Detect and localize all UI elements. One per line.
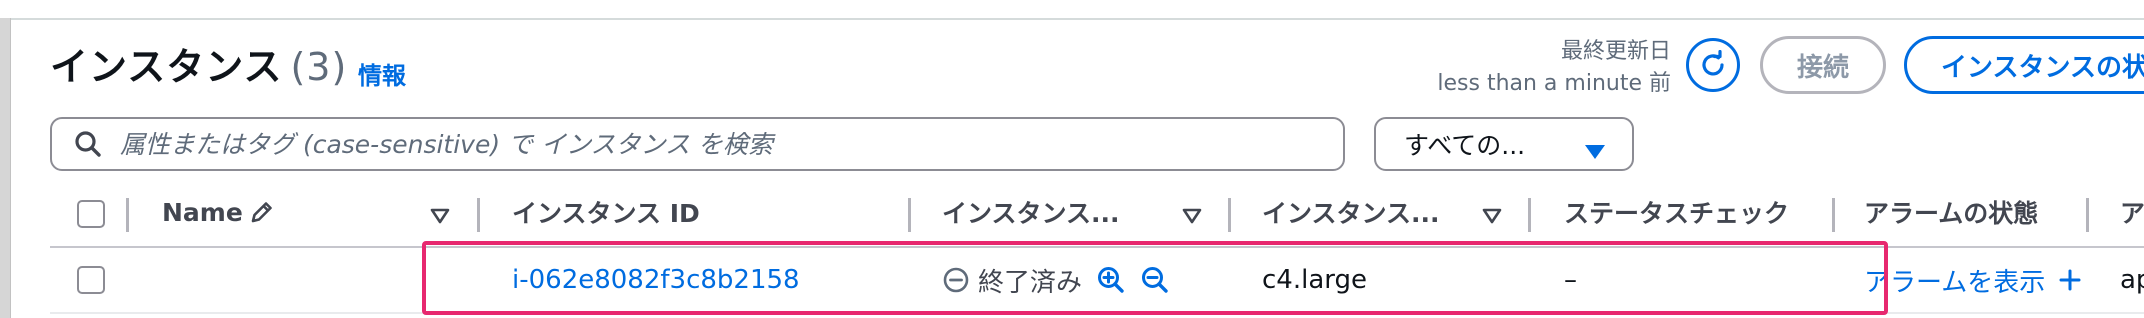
plus-icon[interactable] [2059,269,2081,291]
info-link[interactable]: 情報 [358,56,406,91]
instance-state-button[interactable]: インスタンスの状 [1904,36,2144,94]
zoom-out-icon[interactable] [1140,265,1170,295]
column-header-instance-id[interactable]: インスタンス ID [512,184,700,240]
column-label: Name [162,197,243,227]
table-header: Name インスタンス ID インスタンス... インスタンス... ステータス… [50,190,2144,248]
instance-count: (3) [290,45,348,89]
instances-table: Name インスタンス ID インスタンス... インスタンス... ステータス… [50,190,2144,314]
pencil-icon [249,199,275,225]
column-divider[interactable] [1228,198,1231,232]
column-divider[interactable] [1832,198,1835,232]
column-label: インスタンス ID [512,199,700,228]
last-updated-value: less than a minute 前 [1437,71,1671,96]
table-row[interactable]: i-062e8082f3c8b2158 終了済み c4.large – アラーム… [50,248,2144,314]
search-input[interactable] [118,128,1343,160]
column-header-availability-zone[interactable]: ア [2120,184,2144,240]
sort-caret-icon[interactable] [430,208,450,224]
row-checkbox[interactable] [77,266,105,294]
connect-button[interactable]: 接続 [1760,36,1886,94]
column-divider[interactable] [477,198,480,232]
column-header-instance-type[interactable]: インスタンス... [1262,184,1492,240]
sort-caret-icon[interactable] [1482,208,1502,224]
zoom-in-icon[interactable] [1096,265,1126,295]
cell-status-check: – [1564,265,1577,295]
last-updated-label: 最終更新日 [1560,39,1671,64]
cell-instance-state: 終了済み [942,248,1170,312]
caret-down-icon [1584,137,1606,166]
view-alarms-link[interactable]: アラームを表示 [1864,262,2045,299]
top-divider [0,18,2144,20]
page-title: インスタンス (3) [50,36,347,91]
state-label: 終了済み [978,267,1083,298]
terminated-icon [942,266,970,294]
cell-alarm-status[interactable]: アラームを表示 [1864,248,2081,312]
column-label: アラームの状態 [1864,199,2039,228]
sort-caret-icon[interactable] [1182,208,1202,224]
cell-availability-zone: ap [2120,265,2144,295]
column-header-instance-state[interactable]: インスタンス... [942,184,1172,240]
column-divider[interactable] [126,198,129,232]
ec2-instances-panel: インスタンス (3) 情報 最終更新日 less than a minute 前 … [0,0,2144,318]
search-icon [74,130,102,158]
column-label: インスタンス... [942,199,1120,228]
cell-instance-id[interactable]: i-062e8082f3c8b2158 [512,248,800,312]
refresh-button[interactable] [1686,38,1740,92]
column-divider[interactable] [2086,198,2089,232]
filter-select[interactable]: すべての... [1374,117,1634,171]
column-label: ステータスチェック [1564,199,1790,228]
last-updated: 最終更新日 less than a minute 前 [1437,36,1671,100]
select-all-checkbox[interactable] [77,200,105,228]
page-title-text: インスタンス [50,45,283,89]
column-header-alarm-status[interactable]: アラームの状態 [1864,184,2038,240]
search-field[interactable] [50,117,1345,171]
cell-instance-type: c4.large [1262,265,1367,295]
column-header-status-check[interactable]: ステータスチェック [1564,184,1804,240]
column-label: ア [2120,199,2144,228]
left-scroll-edge [0,18,11,318]
refresh-icon [1698,50,1728,80]
column-label: インスタンス... [1262,199,1440,228]
column-divider[interactable] [908,198,911,232]
column-divider[interactable] [1528,198,1531,232]
column-header-name[interactable]: Name [162,184,275,240]
filter-selected-value: すべての... [1404,131,1526,160]
